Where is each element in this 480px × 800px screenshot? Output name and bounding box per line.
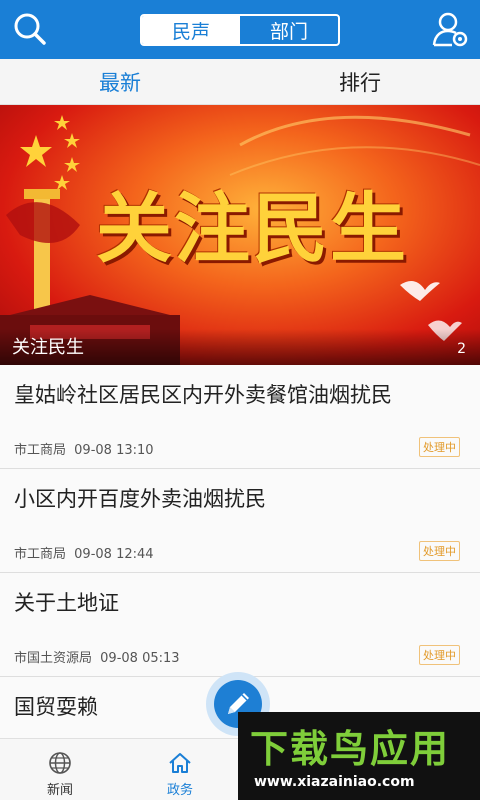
item-time: 09-08 12:44 [74, 547, 154, 562]
globe-icon [49, 752, 71, 774]
item-dept: 市工商局 [14, 547, 67, 562]
nav-gov[interactable]: 政务 [140, 739, 220, 800]
item-time: 09-08 05:13 [100, 651, 180, 666]
watermark-overlay: 下载鸟应用 www.xiazainiao.com [238, 712, 480, 800]
list-item[interactable]: 小区内开百度外卖油烟扰民 市工商局 09-08 12:44 处理中 [0, 469, 480, 573]
banner-page-indicator: 2 [457, 341, 466, 357]
user-settings-icon [432, 12, 468, 47]
status-badge: 处理中 [419, 541, 460, 561]
banner-caption: 关注民生 [12, 337, 84, 358]
search-icon [14, 13, 46, 45]
status-badge: 处理中 [419, 645, 460, 665]
search-button[interactable] [10, 9, 50, 49]
item-meta: 市国土资源局 09-08 05:13 [14, 647, 180, 666]
tab-latest[interactable]: 最新 [0, 59, 240, 104]
banner-carousel[interactable]: 关注民生 关注民生 2 [0, 105, 480, 365]
item-title: 小区内开百度外卖油烟扰民 [14, 487, 266, 511]
sub-tabs: 最新 排行 [0, 59, 480, 105]
banner-caption-bar: 关注民生 [0, 329, 480, 365]
watermark-logo-text: 下载鸟应用 [250, 727, 451, 771]
list-item[interactable]: 关于土地证 市国土资源局 09-08 05:13 处理中 [0, 573, 480, 677]
banner-image-text: 关注民生 [96, 184, 408, 273]
item-title: 关于土地证 [14, 591, 119, 615]
nav-news-label: 新闻 [46, 783, 73, 798]
tab-ranking[interactable]: 排行 [240, 59, 480, 104]
item-dept: 市国土资源局 [14, 651, 93, 666]
item-dept: 市工商局 [14, 443, 67, 458]
top-bar: 民声 部门 [0, 0, 480, 59]
item-time: 09-08 13:10 [74, 443, 154, 458]
user-button[interactable] [430, 9, 470, 49]
item-meta: 市工商局 09-08 13:10 [14, 439, 154, 458]
nav-news[interactable]: 新闻 [20, 739, 100, 800]
item-meta: 市工商局 09-08 12:44 [14, 543, 154, 562]
segment-bumen[interactable]: 部门 [240, 16, 338, 44]
nav-gov-label: 政务 [166, 783, 193, 798]
status-badge: 处理中 [419, 437, 460, 457]
item-title: 国贸耍赖 [14, 695, 98, 719]
segment-minsheng[interactable]: 民声 [142, 16, 240, 44]
item-title: 皇姑岭社区居民区内开外卖餐馆油烟扰民 [14, 383, 392, 407]
watermark-url: www.xiazainiao.com [254, 774, 415, 790]
segment-control: 民声 部门 [140, 14, 340, 46]
home-icon [169, 753, 191, 773]
list-item[interactable]: 皇姑岭社区居民区内开外卖餐馆油烟扰民 市工商局 09-08 13:10 处理中 [0, 365, 480, 469]
